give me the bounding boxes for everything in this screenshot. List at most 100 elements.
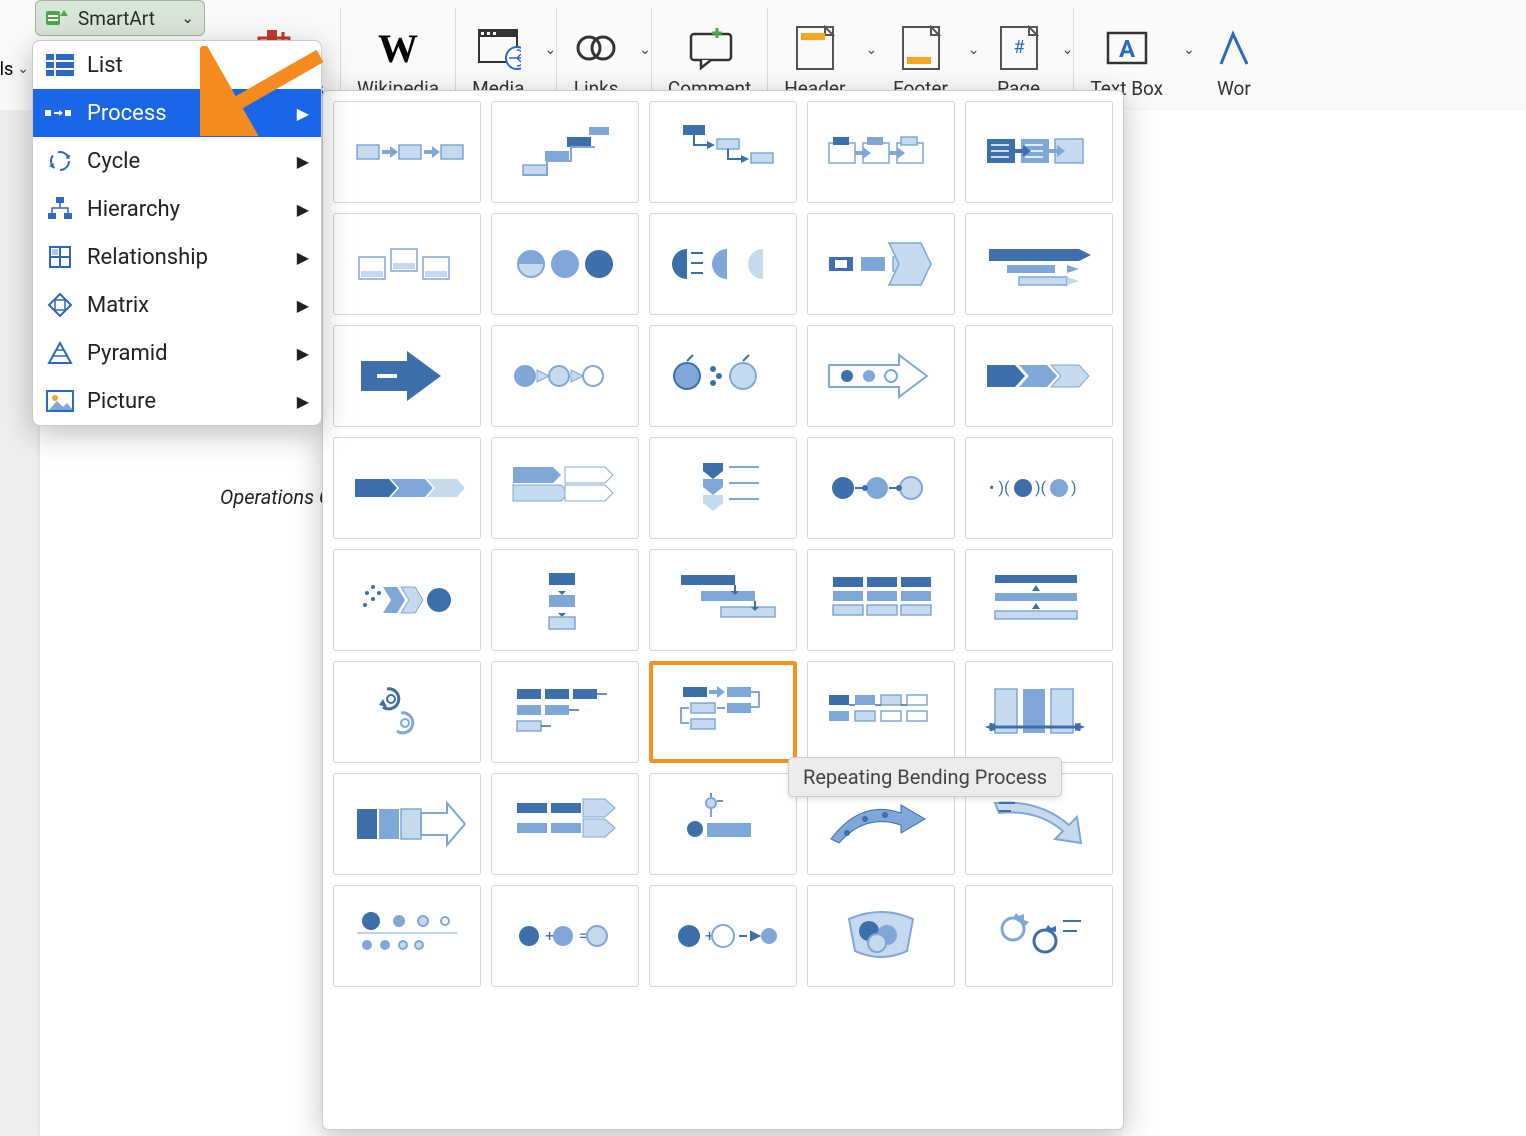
svg-text:)(: )(: [1035, 478, 1047, 497]
gallery-thumb[interactable]: [965, 101, 1113, 203]
chevron-down-icon[interactable]: ⌄: [635, 42, 651, 58]
gallery-thumb[interactable]: [965, 885, 1113, 987]
gallery-thumb[interactable]: [807, 661, 955, 763]
gallery-thumb[interactable]: [333, 101, 481, 203]
cycle-icon: [45, 148, 75, 174]
gallery-thumb[interactable]: [965, 325, 1113, 427]
gallery-thumb[interactable]: [649, 773, 797, 875]
gallery-thumb[interactable]: [649, 661, 797, 763]
smartart-icon: [46, 8, 70, 28]
gallery-thumb[interactable]: [491, 213, 639, 315]
textbox-button[interactable]: A Text Box: [1074, 0, 1179, 100]
gallery-thumb[interactable]: [649, 437, 797, 539]
menu-label: Hierarchy: [87, 197, 180, 222]
comment-icon: [687, 26, 733, 70]
gallery-thumb[interactable]: [333, 885, 481, 987]
gallery-thumb[interactable]: [491, 773, 639, 875]
menu-item-process[interactable]: Process ▶: [33, 89, 321, 137]
smartart-menu: List ▶ Process ▶ Cycle ▶ Hierarchy ▶ Rel…: [32, 40, 322, 426]
chevron-down-icon[interactable]: ⌄: [964, 42, 980, 58]
gallery-thumb[interactable]: [649, 549, 797, 651]
gallery-thumb[interactable]: [491, 101, 639, 203]
chevron-down-icon[interactable]: ⌄: [540, 42, 556, 58]
gallery-thumb[interactable]: [333, 437, 481, 539]
menu-label: Relationship: [87, 245, 208, 270]
comment-button[interactable]: Comment: [652, 0, 767, 100]
svg-text:A: A: [1119, 35, 1136, 63]
menu-item-list[interactable]: List ▶: [33, 41, 321, 89]
gallery-thumb[interactable]: [807, 437, 955, 539]
gallery-thumb[interactable]: [807, 549, 955, 651]
menu-item-hierarchy[interactable]: Hierarchy ▶: [33, 185, 321, 233]
gallery-thumb[interactable]: [333, 213, 481, 315]
menu-item-picture[interactable]: Picture ▶: [33, 377, 321, 425]
gallery-thumb[interactable]: [965, 549, 1113, 651]
chevron-down-icon[interactable]: ⌄: [1179, 42, 1195, 58]
menu-label: Matrix: [87, 293, 149, 318]
ribbon-partial-left: ls ⌄: [0, 0, 35, 110]
gallery-thumb[interactable]: [491, 549, 639, 651]
gallery-thumb[interactable]: [491, 325, 639, 427]
chevron-down-icon[interactable]: ⌄: [13, 61, 29, 77]
picture-icon: [45, 388, 75, 414]
svg-text:#: #: [1013, 37, 1024, 58]
wordart-icon: [1219, 28, 1249, 68]
partial-label: ls: [0, 59, 13, 80]
page-icon: #: [999, 25, 1039, 71]
submenu-arrow-icon: ▶: [297, 392, 309, 411]
menu-item-cycle[interactable]: Cycle ▶: [33, 137, 321, 185]
gallery-thumb[interactable]: [333, 325, 481, 427]
tooltip: Repeating Bending Process: [788, 757, 1062, 797]
gallery-thumb[interactable]: [649, 101, 797, 203]
list-icon: [45, 52, 75, 78]
gallery-thumb[interactable]: [333, 549, 481, 651]
menu-item-matrix[interactable]: Matrix ▶: [33, 281, 321, 329]
menu-label: Picture: [87, 389, 156, 414]
gallery-thumb[interactable]: +: [649, 885, 797, 987]
gallery-thumb[interactable]: +=: [491, 885, 639, 987]
svg-text:): ): [1071, 478, 1077, 497]
chevron-down-icon: ⌄: [181, 9, 194, 27]
links-icon: [573, 28, 619, 68]
chevron-down-icon[interactable]: ⌄: [1058, 42, 1074, 58]
media-button[interactable]: Media: [456, 0, 540, 100]
gallery-thumb[interactable]: [649, 325, 797, 427]
matrix-icon: [45, 292, 75, 318]
smartart-process-gallery[interactable]: • )( )() +=+: [322, 90, 1124, 1130]
gallery-thumb[interactable]: [807, 101, 955, 203]
menu-label: List: [87, 53, 123, 78]
header-button[interactable]: Header: [768, 0, 861, 100]
footer-button[interactable]: Footer: [877, 0, 964, 100]
submenu-arrow-icon: ▶: [297, 152, 309, 171]
wikipedia-button[interactable]: W Wikipedia: [341, 0, 455, 100]
gallery-thumb[interactable]: [649, 213, 797, 315]
menu-item-pyramid[interactable]: Pyramid ▶: [33, 329, 321, 377]
gallery-thumb[interactable]: [965, 661, 1113, 763]
gallery-thumb[interactable]: [491, 661, 639, 763]
relationship-icon: [45, 244, 75, 270]
gallery-thumb[interactable]: • )( )(): [965, 437, 1113, 539]
smartart-label: SmartArt: [78, 7, 155, 30]
pyramid-icon: [45, 340, 75, 366]
wikipedia-icon: W: [378, 25, 418, 72]
gallery-thumb[interactable]: [491, 437, 639, 539]
chevron-down-icon[interactable]: ⌄: [861, 42, 877, 58]
gallery-thumb[interactable]: [333, 661, 481, 763]
menu-label: Pyramid: [87, 341, 168, 366]
svg-text:• )(: • )(: [989, 478, 1010, 497]
wordart-button-partial[interactable]: Wor: [1195, 0, 1257, 100]
submenu-arrow-icon: ▶: [297, 344, 309, 363]
page-number-button[interactable]: # Page: [980, 0, 1058, 100]
header-icon: [795, 25, 835, 71]
links-button[interactable]: Links: [557, 0, 635, 100]
menu-label: Process: [87, 101, 167, 126]
smartart-dropdown-button[interactable]: SmartArt ⌄: [35, 0, 205, 36]
submenu-arrow-icon: ▶: [297, 56, 309, 75]
gallery-thumb[interactable]: [807, 213, 955, 315]
gallery-thumb[interactable]: [333, 773, 481, 875]
wordart-label: Wor: [1217, 77, 1251, 100]
gallery-thumb[interactable]: [807, 885, 955, 987]
gallery-thumb[interactable]: [807, 325, 955, 427]
menu-item-relationship[interactable]: Relationship ▶: [33, 233, 321, 281]
gallery-thumb[interactable]: [965, 213, 1113, 315]
